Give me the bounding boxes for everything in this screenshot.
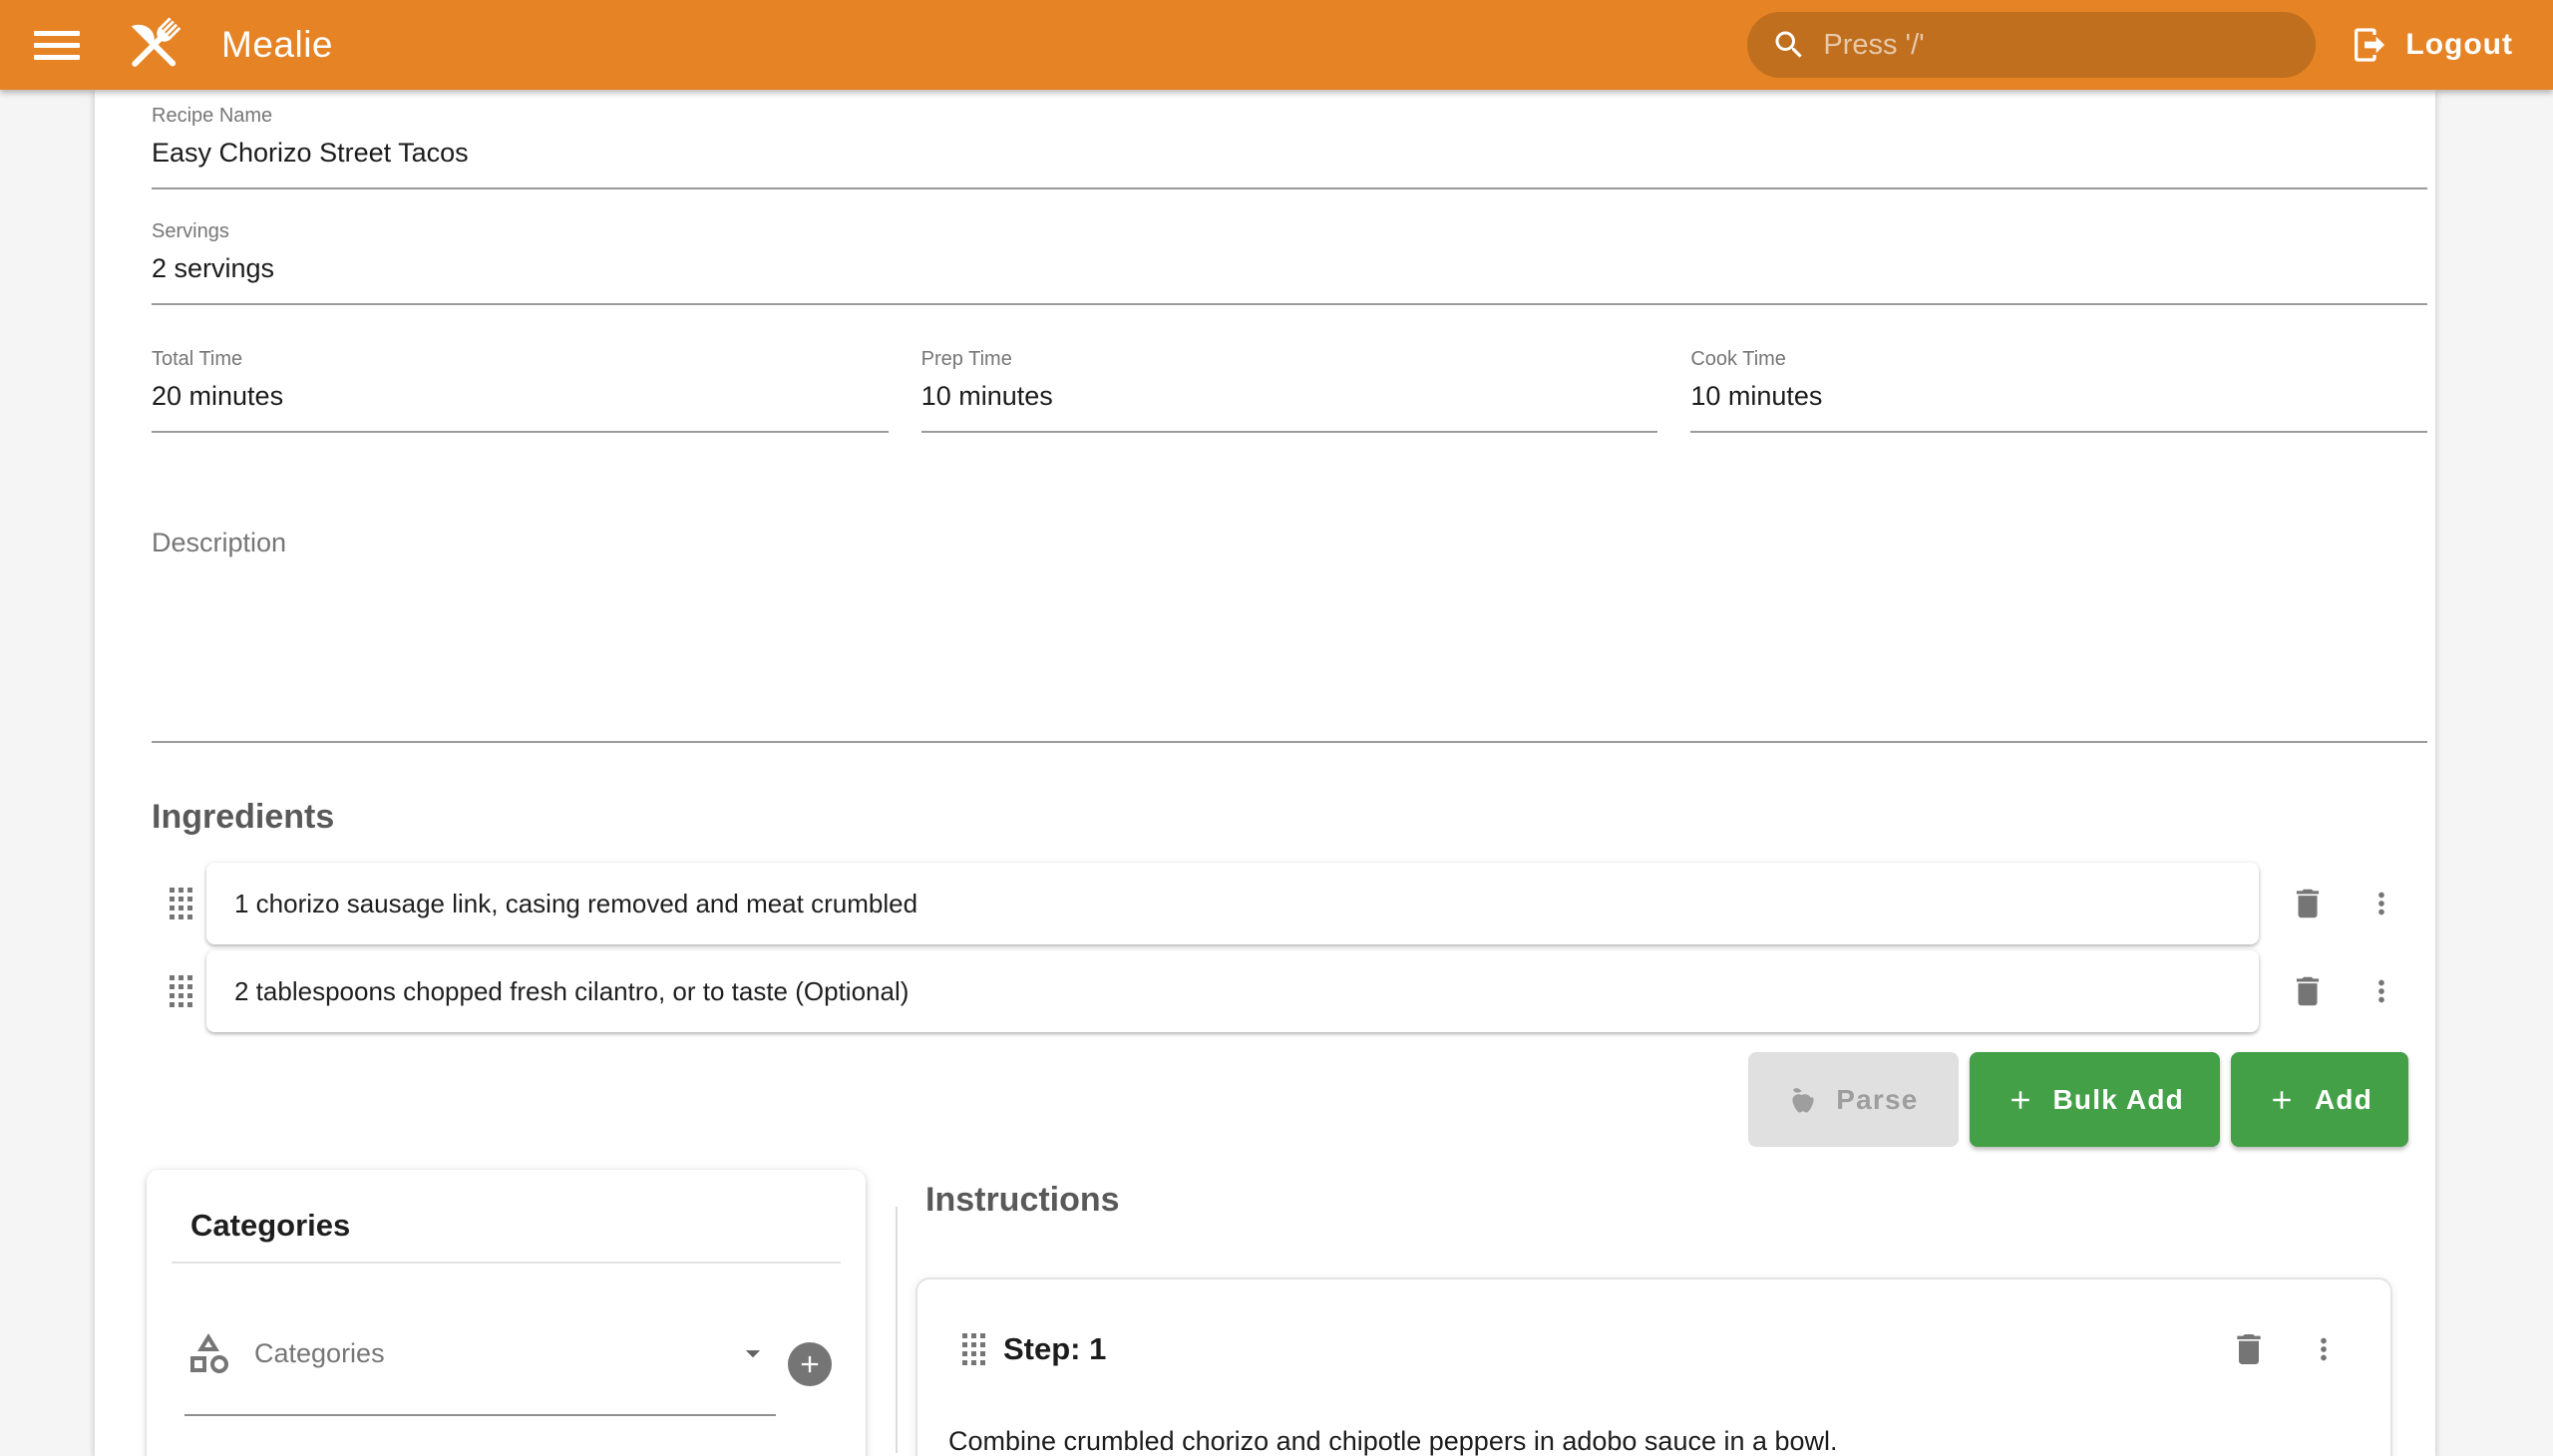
trash-icon <box>2289 972 2327 1010</box>
bulk-add-button[interactable]: Bulk Add <box>1970 1052 2220 1147</box>
kebab-icon <box>2307 1332 2341 1366</box>
categories-divider <box>172 1262 841 1264</box>
total-time-field[interactable]: Total Time 20 minutes <box>152 347 889 433</box>
menu-button[interactable] <box>30 18 84 72</box>
times-row: Total Time 20 minutes Prep Time 10 minut… <box>152 347 2427 433</box>
drag-handle-icon[interactable] <box>962 1333 985 1365</box>
ingredient-menu-button[interactable] <box>2358 974 2405 1008</box>
instructions-heading: Instructions <box>925 1178 2427 1222</box>
step-card: Step: 1 <box>915 1277 2392 1456</box>
categories-title: Categories <box>147 1170 866 1246</box>
plus-icon <box>796 1350 824 1378</box>
delete-step-button[interactable] <box>2229 1329 2269 1369</box>
menu-icon <box>34 43 80 48</box>
cook-time-label: Cook Time <box>1690 347 2427 371</box>
menu-icon <box>34 55 80 60</box>
step-text-input[interactable]: Combine crumbled chorizo and chipotle pe… <box>948 1422 2341 1456</box>
apple-icon <box>1788 1085 1818 1115</box>
plus-icon <box>2006 1085 2035 1115</box>
search-bar[interactable] <box>1747 12 2316 78</box>
plus-icon <box>2267 1085 2297 1115</box>
categories-card: Categories Categories <box>147 1170 866 1456</box>
add-ingredient-button[interactable]: Add <box>2231 1052 2408 1147</box>
app-bar: Mealie Logout <box>0 0 2553 90</box>
categories-select[interactable]: Categories <box>184 1329 776 1416</box>
ingredient-list: 1 chorizo sausage link, casing removed a… <box>152 863 2427 1032</box>
description-label: Description <box>152 479 2427 558</box>
ingredient-menu-button[interactable] <box>2358 887 2405 920</box>
instructions-column: Instructions Step: 1 <box>898 1170 2427 1456</box>
cook-time-field[interactable]: Cook Time 10 minutes <box>1690 347 2427 433</box>
kebab-icon <box>2365 887 2398 920</box>
recipe-edit-page: Mealie Logout Recipe Name Easy Chorizo S… <box>0 0 2553 1456</box>
ingredient-text: 1 chorizo sausage link, casing removed a… <box>234 889 917 919</box>
trash-icon <box>2229 1329 2269 1369</box>
trash-icon <box>2289 885 2327 922</box>
description-field[interactable]: Description <box>152 479 2427 743</box>
ingredients-heading: Ingredients <box>152 795 2427 839</box>
chevron-down-icon[interactable] <box>736 1336 770 1370</box>
kebab-icon <box>2365 974 2398 1008</box>
ingredient-input[interactable]: 1 chorizo sausage link, casing removed a… <box>206 863 2259 944</box>
ingredient-actions: Parse Bulk Add Add <box>152 1052 2427 1147</box>
ingredient-input[interactable]: 2 tablespoons chopped fresh cilantro, or… <box>206 950 2259 1032</box>
categories-select-label: Categories <box>254 1338 736 1369</box>
categories-select-row: Categories <box>147 1329 866 1416</box>
delete-ingredient-button[interactable] <box>2284 972 2332 1010</box>
bottom-section: Categories Categories <box>152 1170 2427 1456</box>
servings-field[interactable]: Servings 2 servings <box>152 219 2427 305</box>
search-icon <box>1771 27 1807 63</box>
app-title: Mealie <box>221 24 333 66</box>
recipe-name-input[interactable]: Easy Chorizo Street Tacos <box>152 128 2427 189</box>
delete-ingredient-button[interactable] <box>2284 885 2332 922</box>
menu-icon <box>34 31 80 36</box>
ingredient-text: 2 tablespoons chopped fresh cilantro, or… <box>234 976 909 1007</box>
total-time-label: Total Time <box>152 347 889 371</box>
prep-time-label: Prep Time <box>921 347 1658 371</box>
logout-label: Logout <box>2405 28 2513 62</box>
servings-label: Servings <box>152 219 2427 243</box>
ingredient-row: 2 tablespoons chopped fresh cilantro, or… <box>152 950 2427 1032</box>
servings-input[interactable]: 2 servings <box>152 243 2427 305</box>
step-title: Step: 1 <box>1003 1331 1106 1367</box>
drag-handle-icon[interactable] <box>170 975 192 1007</box>
search-input[interactable] <box>1823 29 2292 62</box>
bulk-add-label: Bulk Add <box>2053 1084 2184 1116</box>
logout-button[interactable]: Logout <box>2350 25 2513 65</box>
prep-time-field[interactable]: Prep Time 10 minutes <box>921 347 1658 433</box>
parse-button[interactable]: Parse <box>1748 1052 1958 1147</box>
recipe-form-card: Recipe Name Easy Chorizo Street Tacos Se… <box>95 90 2435 1456</box>
logout-icon <box>2350 25 2389 65</box>
shapes-icon <box>184 1329 232 1377</box>
step-header: Step: 1 <box>947 1329 2341 1369</box>
prep-time-input[interactable]: 10 minutes <box>921 371 1658 433</box>
mealie-logo <box>120 11 187 79</box>
ingredient-row: 1 chorizo sausage link, casing removed a… <box>152 863 2427 944</box>
recipe-name-label: Recipe Name <box>152 104 2427 128</box>
drag-handle-icon[interactable] <box>170 888 192 919</box>
add-category-button[interactable] <box>788 1342 832 1386</box>
total-time-input[interactable]: 20 minutes <box>152 371 889 433</box>
step-menu-button[interactable] <box>2307 1332 2341 1366</box>
add-label: Add <box>2315 1084 2372 1116</box>
recipe-name-field[interactable]: Recipe Name Easy Chorizo Street Tacos <box>152 104 2427 189</box>
cook-time-input[interactable]: 10 minutes <box>1690 371 2427 433</box>
parse-label: Parse <box>1836 1084 1918 1116</box>
